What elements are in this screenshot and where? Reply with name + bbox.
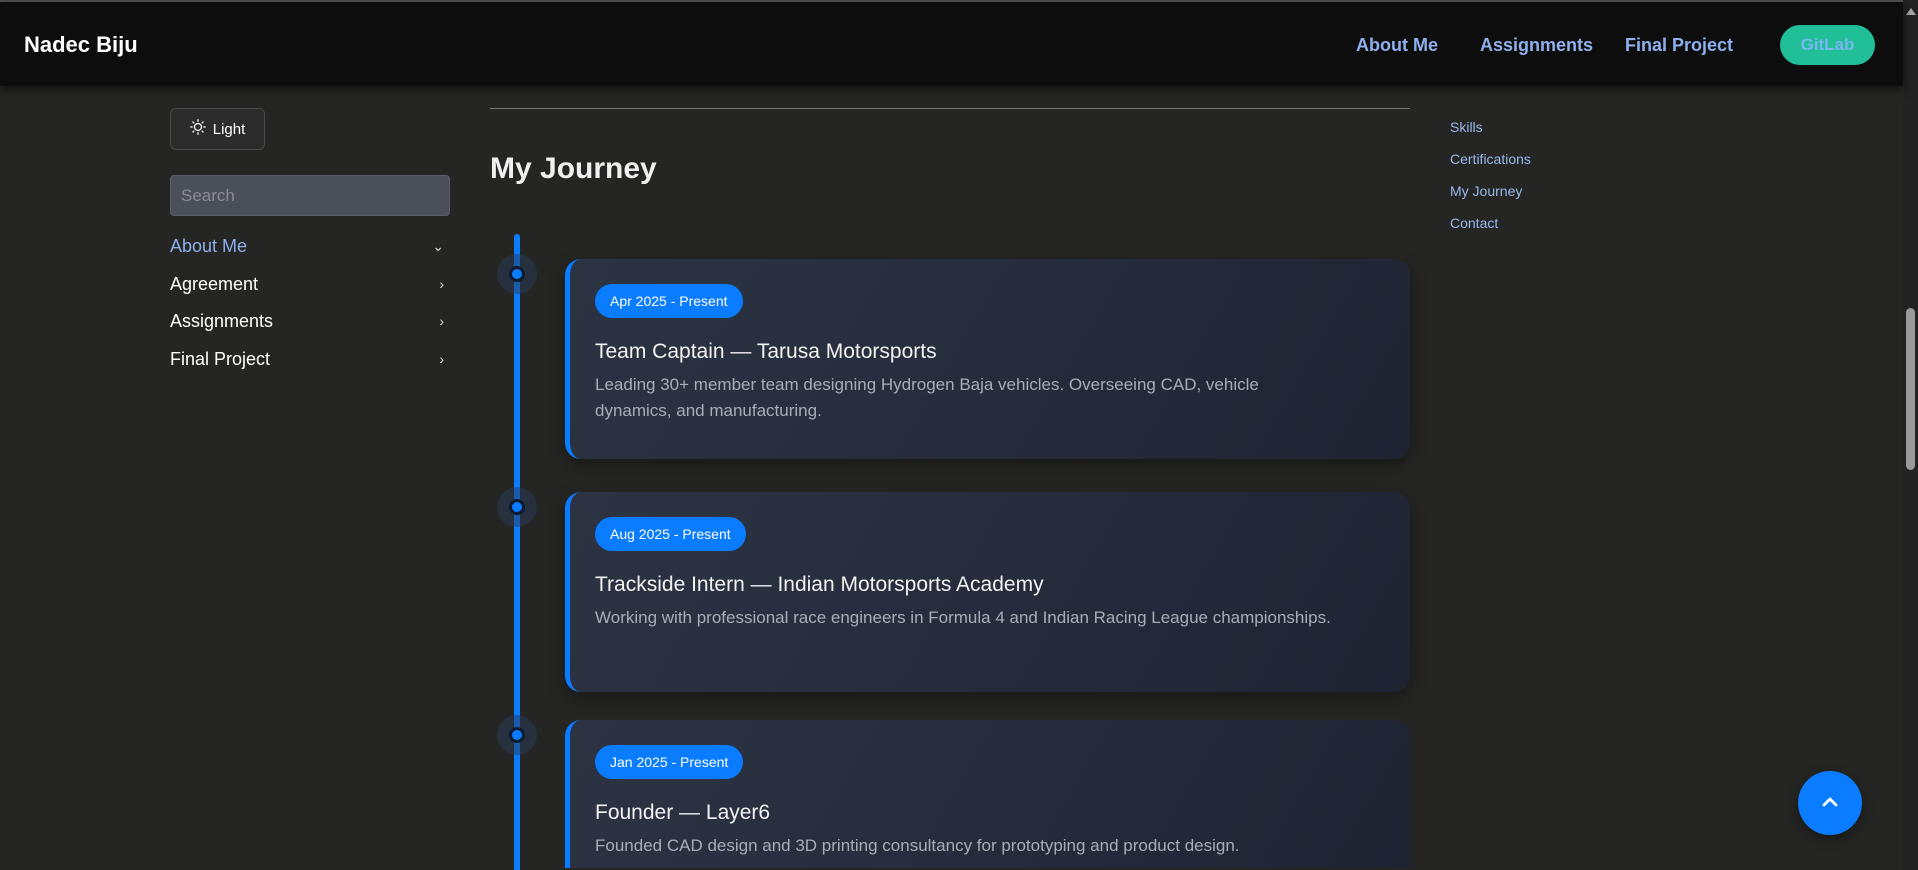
- gitlab-button[interactable]: GitLab: [1780, 25, 1875, 65]
- timeline-card: Aug 2025 - Present Trackside Intern — In…: [565, 492, 1410, 692]
- toc-link-certifications[interactable]: Certifications: [1450, 151, 1531, 167]
- sidebar-item-assignments[interactable]: Assignments ›: [170, 306, 450, 336]
- timeline-dot: [497, 254, 537, 294]
- card-title: Founder — Layer6: [595, 801, 771, 824]
- section-divider: [490, 108, 1410, 109]
- timeline-line: [514, 234, 520, 870]
- chevron-up-icon: [1819, 791, 1841, 816]
- scroll-up-arrow-icon[interactable]: [1906, 8, 1916, 15]
- card-description: Leading 30+ member team designing Hydrog…: [595, 375, 1259, 420]
- sidebar-item-label: Agreement: [170, 273, 259, 294]
- sidebar-item-label: Final Project: [170, 348, 271, 369]
- date-badge: Aug 2025 - Present: [595, 517, 746, 551]
- nav-link-about-me[interactable]: About Me: [1356, 35, 1438, 56]
- toc-link-skills[interactable]: Skills: [1450, 119, 1483, 135]
- toc-link-my-journey[interactable]: My Journey: [1450, 183, 1522, 199]
- nav-link-assignments[interactable]: Assignments: [1480, 35, 1593, 56]
- timeline-dot: [497, 487, 537, 527]
- theme-toggle-label: Light: [212, 120, 246, 138]
- card-description: Working with professional race engineers…: [595, 608, 1331, 627]
- card-title: Trackside Intern — Indian Motorsports Ac…: [595, 573, 1044, 596]
- sun-icon: [189, 119, 206, 139]
- card-title: Team Captain — Tarusa Motorsports: [595, 340, 937, 363]
- scrollbar-thumb[interactable]: [1906, 308, 1915, 470]
- theme-toggle-button[interactable]: Light: [170, 108, 265, 150]
- search-input[interactable]: [170, 175, 450, 216]
- scroll-to-top-button[interactable]: [1798, 771, 1862, 835]
- chevron-right-icon: ›: [439, 351, 444, 367]
- date-badge: Jan 2025 - Present: [595, 745, 744, 779]
- sidebar-item-about-me[interactable]: About Me ⌄: [170, 231, 450, 261]
- sidebar-item-agreement[interactable]: Agreement ›: [170, 269, 450, 299]
- site-brand[interactable]: Nadec Biju: [24, 32, 138, 58]
- timeline-dot: [497, 715, 537, 755]
- sidebar-item-final-project[interactable]: Final Project ›: [170, 344, 450, 374]
- sidebar-item-label: Assignments: [170, 310, 274, 331]
- chevron-right-icon: ›: [439, 313, 444, 329]
- nav-link-final-project[interactable]: Final Project: [1625, 35, 1733, 56]
- date-badge: Apr 2025 - Present: [595, 284, 743, 318]
- top-navbar: Nadec Biju About Me Assignments Final Pr…: [0, 2, 1903, 86]
- toc-link-contact[interactable]: Contact: [1450, 215, 1498, 231]
- section-title: My Journey: [490, 152, 657, 185]
- chevron-right-icon: ›: [439, 276, 444, 292]
- card-description: Founded CAD design and 3D printing consu…: [595, 836, 1240, 855]
- timeline-card: Apr 2025 - Present Team Captain — Tarusa…: [565, 259, 1410, 459]
- chevron-down-icon: ⌄: [432, 237, 444, 254]
- sidebar-item-label: About Me: [170, 235, 248, 256]
- timeline-card: Jan 2025 - Present Founder — Layer6 Foun…: [565, 720, 1410, 868]
